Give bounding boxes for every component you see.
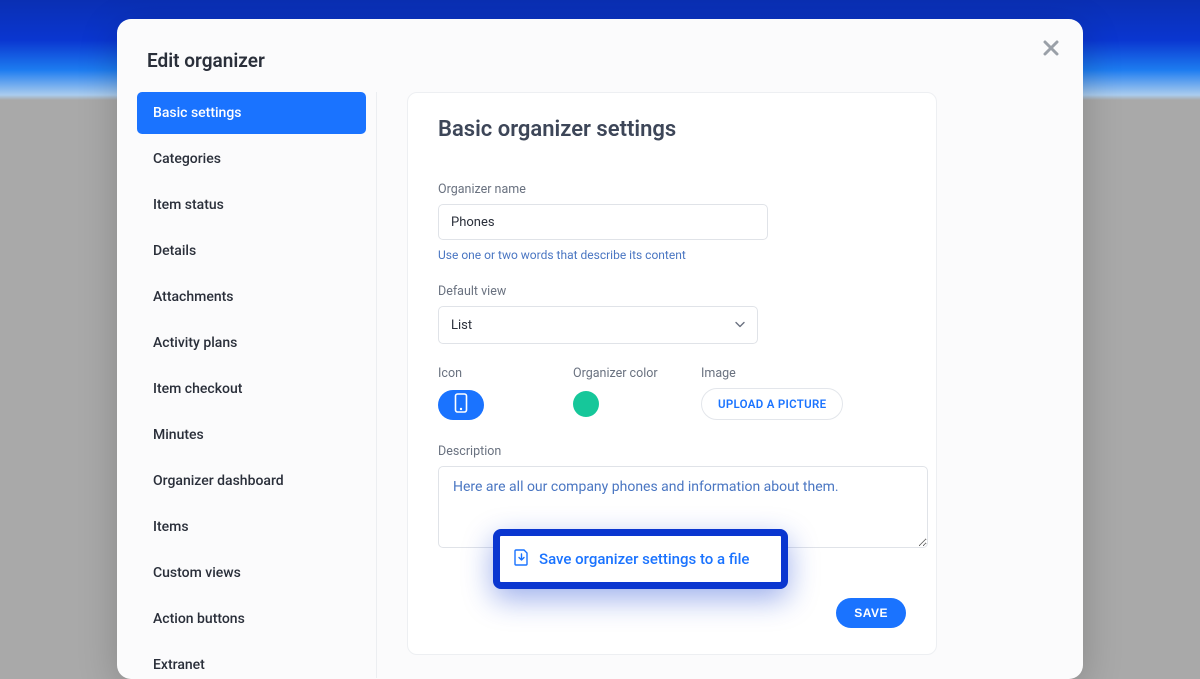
organizer-name-input[interactable] bbox=[438, 204, 768, 240]
sidebar-item-custom-views[interactable]: Custom views bbox=[137, 552, 366, 594]
organizer-name-hint: Use one or two words that describe its c… bbox=[438, 248, 906, 262]
sidebar-item-attachments[interactable]: Attachments bbox=[137, 276, 366, 318]
organizer-name-label: Organizer name bbox=[438, 182, 906, 197]
edit-organizer-modal: Edit organizer Basic settings Categories… bbox=[117, 19, 1083, 679]
modal-title: Edit organizer bbox=[117, 19, 1083, 92]
close-button[interactable] bbox=[1043, 39, 1059, 61]
save-settings-to-file-link[interactable]: Save organizer settings to a file bbox=[493, 529, 788, 589]
sidebar-item-details[interactable]: Details bbox=[137, 230, 366, 272]
sidebar-item-item-status[interactable]: Item status bbox=[137, 184, 366, 226]
default-view-label: Default view bbox=[438, 284, 906, 299]
sidebar-item-minutes[interactable]: Minutes bbox=[137, 414, 366, 456]
save-settings-link-text: Save organizer settings to a file bbox=[539, 550, 749, 568]
sidebar-item-categories[interactable]: Categories bbox=[137, 138, 366, 180]
icon-label: Icon bbox=[438, 366, 573, 381]
sidebar-nav: Basic settings Categories Item status De… bbox=[137, 92, 377, 678]
color-picker[interactable] bbox=[573, 391, 599, 417]
sidebar-item-activity-plans[interactable]: Activity plans bbox=[137, 322, 366, 364]
sidebar-item-items[interactable]: Items bbox=[137, 506, 366, 548]
close-icon bbox=[1043, 40, 1059, 56]
upload-picture-button[interactable]: UPLOAD A PICTURE bbox=[701, 388, 843, 420]
save-button[interactable]: SAVE bbox=[836, 598, 906, 628]
download-file-icon bbox=[514, 549, 529, 570]
color-label: Organizer color bbox=[573, 366, 701, 381]
sidebar-item-action-buttons[interactable]: Action buttons bbox=[137, 598, 366, 640]
sidebar-item-organizer-dashboard[interactable]: Organizer dashboard bbox=[137, 460, 366, 502]
sidebar-item-basic-settings[interactable]: Basic settings bbox=[137, 92, 366, 134]
panel-title: Basic organizer settings bbox=[438, 117, 906, 142]
icon-picker[interactable] bbox=[438, 390, 484, 420]
default-view-select[interactable]: List bbox=[438, 306, 758, 344]
sidebar-item-extranet[interactable]: Extranet bbox=[137, 644, 366, 679]
description-label: Description bbox=[438, 444, 906, 459]
phone-icon bbox=[454, 393, 468, 417]
image-label: Image bbox=[701, 366, 906, 381]
sidebar-item-item-checkout[interactable]: Item checkout bbox=[137, 368, 366, 410]
